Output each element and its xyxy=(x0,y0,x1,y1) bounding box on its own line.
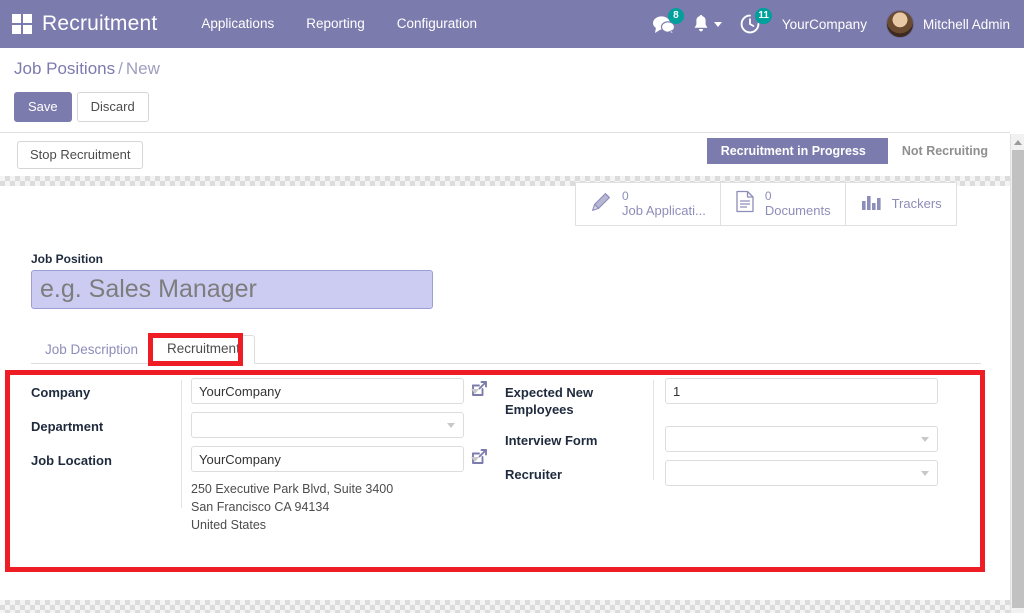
recruiter-input[interactable] xyxy=(665,460,938,486)
field-row-interview-form: Interview Form xyxy=(505,426,975,452)
address-line-1: 250 Executive Park Blvd, Suite 3400 xyxy=(191,482,394,496)
menu-item-applications[interactable]: Applications xyxy=(185,0,290,48)
scroll-up-arrow-icon[interactable] xyxy=(1011,134,1024,149)
recruiter-control xyxy=(665,460,938,486)
company-control xyxy=(191,378,488,404)
breadcrumb-current: New xyxy=(125,59,160,78)
job-location-control xyxy=(191,446,488,472)
bell-icon[interactable] xyxy=(684,0,731,48)
statusbar-row: Stop Recruitment Recruitment in Progress… xyxy=(0,134,1010,176)
form-tabs: Job Description Recruitment xyxy=(31,333,981,364)
field-row-job-location: Job Location xyxy=(31,446,501,472)
status-step-not-recruiting[interactable]: Not Recruiting xyxy=(887,138,1004,164)
left-field-column: Company Department xyxy=(31,378,501,534)
company-input[interactable] xyxy=(191,378,464,404)
interview-form-control xyxy=(665,426,938,452)
department-control xyxy=(191,412,464,438)
save-button[interactable]: Save xyxy=(14,92,72,122)
discard-button[interactable]: Discard xyxy=(76,92,149,122)
tab-job-description[interactable]: Job Description xyxy=(31,337,152,364)
address-line-2: San Francisco CA 94134 xyxy=(191,500,330,514)
form-sheet: Job Position Job Description Recruitment… xyxy=(0,228,1010,600)
expected-label-line-1: Expected New xyxy=(505,385,594,400)
control-panel: Job Positions / New Save Discard xyxy=(0,48,1010,133)
stat-button-job-applications[interactable]: 0 Job Applicati... xyxy=(576,183,721,225)
chevron-down-icon xyxy=(921,471,929,476)
stat-value-job-applications: 0 xyxy=(622,189,629,203)
tab-recruitment[interactable]: Recruitment xyxy=(152,335,255,364)
clock-icon[interactable]: 11 xyxy=(731,0,772,48)
company-switcher[interactable]: YourCompany xyxy=(769,17,880,32)
app-brand-title[interactable]: Recruitment xyxy=(42,12,157,36)
stat-value-documents: 0 xyxy=(764,189,772,203)
right-field-column: Expected New Employees Interview Form Re… xyxy=(505,378,975,494)
stat-button-box: 0 Job Applicati... 0 Documents Trackers xyxy=(575,182,957,226)
interview-form-label: Interview Form xyxy=(505,433,598,448)
vertical-scrollbar[interactable] xyxy=(1010,134,1024,613)
apps-grid-icon[interactable] xyxy=(12,14,32,34)
messages-icon[interactable]: 8 xyxy=(644,0,684,48)
field-row-company: Company xyxy=(31,378,501,404)
job-position-input[interactable] xyxy=(31,270,433,309)
user-name-label: Mitchell Admin xyxy=(922,16,1010,32)
stat-text: Trackers xyxy=(892,190,942,218)
field-row-recruiter: Recruiter xyxy=(505,460,975,486)
interview-form-input[interactable] xyxy=(665,426,938,452)
chevron-down-icon xyxy=(471,457,479,462)
record-action-buttons: Save Discard xyxy=(14,92,149,122)
clock-badge: 11 xyxy=(755,8,772,24)
expected-new-employees-control xyxy=(665,378,938,404)
stop-recruitment-button[interactable]: Stop Recruitment xyxy=(17,141,144,169)
scrollbar-thumb[interactable] xyxy=(1012,150,1024,608)
status-step-recruitment-in-progress[interactable]: Recruitment in Progress xyxy=(706,138,902,164)
department-label: Department xyxy=(31,419,104,434)
breadcrumb-job-positions[interactable]: Job Positions xyxy=(14,59,115,78)
job-position-label: Job Position xyxy=(31,252,103,266)
stat-text: 0 Job Applicati... xyxy=(622,189,706,219)
status-steps: Recruitment in Progress Not Recruiting xyxy=(706,138,1004,164)
stat-button-trackers[interactable]: Trackers xyxy=(846,183,957,225)
sheet-bottom-edge xyxy=(0,600,1010,613)
address-line-3: United States xyxy=(191,518,267,532)
stat-text: 0 Documents xyxy=(764,189,831,219)
navbar-right-zone: 8 11 YourCompany Mitchell Admin xyxy=(644,0,1024,48)
company-label: Company xyxy=(31,385,91,400)
field-row-expected-new-employees: Expected New Employees xyxy=(505,378,975,418)
avatar xyxy=(885,10,914,38)
stat-label-job-applications: Job Applicati... xyxy=(622,203,706,218)
pencil-icon xyxy=(590,191,612,218)
chevron-down-icon xyxy=(447,423,455,428)
chevron-down-icon xyxy=(921,437,929,442)
chevron-down-icon xyxy=(471,389,479,394)
stat-label-documents: Documents xyxy=(764,203,831,218)
expected-new-employees-label: Expected New Employees xyxy=(505,378,665,418)
breadcrumb: Job Positions / New xyxy=(14,59,160,79)
job-location-address: 250 Executive Park Blvd, Suite 3400 San … xyxy=(191,480,501,534)
stat-label-trackers: Trackers xyxy=(891,196,942,211)
field-row-department: Department xyxy=(31,412,501,438)
document-icon xyxy=(735,190,755,218)
expected-new-employees-input[interactable] xyxy=(665,378,938,404)
user-menu[interactable]: Mitchell Admin xyxy=(880,10,1010,38)
right-gutter xyxy=(1010,48,1024,134)
top-navbar: Recruitment Applications Reporting Confi… xyxy=(0,0,1024,48)
messages-badge: 8 xyxy=(667,8,684,24)
department-input[interactable] xyxy=(191,412,464,438)
menu-item-reporting[interactable]: Reporting xyxy=(290,0,381,48)
breadcrumb-separator: / xyxy=(118,59,123,78)
stat-button-documents[interactable]: 0 Documents xyxy=(721,183,846,225)
menu-item-configuration[interactable]: Configuration xyxy=(381,0,493,48)
expected-label-line-2: Employees xyxy=(505,402,574,417)
chevron-down-icon xyxy=(713,21,722,27)
job-location-input[interactable] xyxy=(191,446,464,472)
bar-chart-icon xyxy=(860,192,882,217)
recruiter-label: Recruiter xyxy=(505,467,563,482)
main-menu: Applications Reporting Configuration xyxy=(185,0,493,48)
job-location-label: Job Location xyxy=(31,453,112,468)
